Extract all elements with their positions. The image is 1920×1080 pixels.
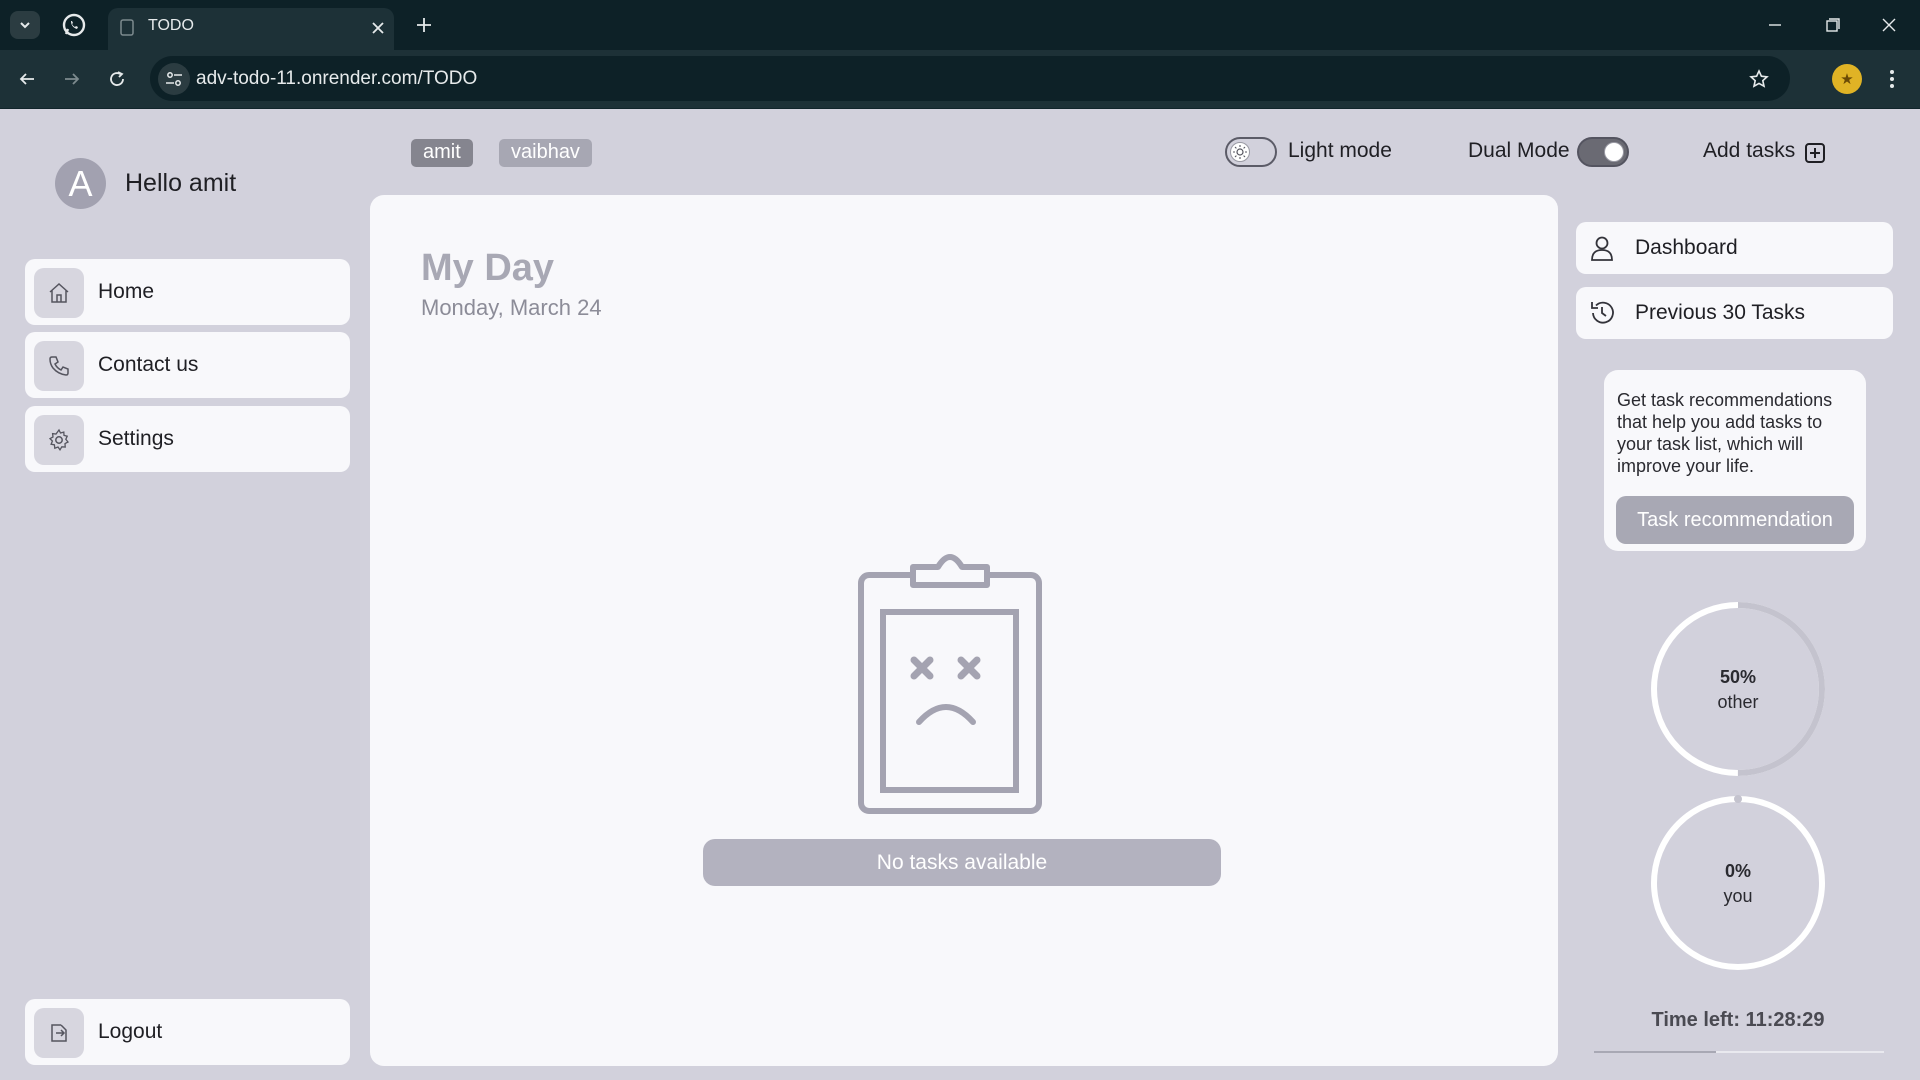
logout-label: Logout xyxy=(98,1020,163,1043)
progress-ring-other xyxy=(1651,602,1825,776)
tab-search-button[interactable] xyxy=(10,11,40,39)
bookmark-star-icon[interactable] xyxy=(1746,66,1772,92)
user-chip-vaibhav[interactable]: vaibhav xyxy=(499,139,592,167)
progress-ring-you xyxy=(1651,795,1825,970)
browser-toolbar: adv-todo-11.onrender.com/TODO ★ xyxy=(0,50,1920,109)
home-icon xyxy=(34,268,84,318)
sidebar-item-label: Home xyxy=(98,280,155,303)
page-date: Monday, March 24 xyxy=(421,295,602,320)
sun-icon xyxy=(1233,145,1247,159)
address-bar[interactable]: adv-todo-11.onrender.com/TODO xyxy=(150,56,1790,101)
sidebar-item-home[interactable]: Home xyxy=(25,259,350,325)
history-icon xyxy=(1591,301,1614,324)
browser-tab-bar: TODO xyxy=(0,0,1920,50)
add-task-icon[interactable] xyxy=(1804,142,1826,164)
progress-you-percent: 0% xyxy=(1724,861,1751,881)
user-avatar: A xyxy=(55,158,106,209)
minimize-icon[interactable] xyxy=(1762,12,1788,38)
user-chip-amit[interactable]: amit xyxy=(411,139,473,167)
whatsapp-icon[interactable] xyxy=(62,13,86,37)
dashboard-button[interactable]: Dashboard xyxy=(1576,222,1893,274)
recommendation-text: Get task recommendations that help you a… xyxy=(1617,390,1833,476)
time-left-text: Time left: 11:28:29 xyxy=(1651,1009,1825,1031)
logout-icon xyxy=(34,1008,84,1058)
light-mode-label: Light mode xyxy=(1288,139,1392,162)
no-tasks-banner: No tasks available xyxy=(703,839,1221,886)
page-title: My Day xyxy=(421,247,555,289)
sidebar-item-settings[interactable]: Settings xyxy=(25,406,350,472)
url-text: adv-todo-11.onrender.com/TODO xyxy=(196,68,478,89)
light-mode-toggle[interactable] xyxy=(1225,137,1277,167)
page-icon xyxy=(120,19,134,36)
dashboard-label: Dashboard xyxy=(1635,236,1738,259)
phone-icon xyxy=(34,341,84,391)
reload-icon[interactable] xyxy=(102,64,132,94)
sidebar-item-label: Contact us xyxy=(98,353,199,376)
previous-tasks-button[interactable]: Previous 30 Tasks xyxy=(1576,287,1893,339)
time-left-bar xyxy=(1594,1051,1884,1053)
tab-title: TODO xyxy=(148,17,194,34)
toggle-knob xyxy=(1604,142,1624,162)
progress-other-label: other xyxy=(1717,692,1759,712)
chevron-down-icon xyxy=(20,22,30,29)
forward-arrow-icon[interactable] xyxy=(57,64,87,94)
close-window-icon[interactable] xyxy=(1876,12,1902,38)
recommendation-card: Get task recommendations that help you a… xyxy=(1604,370,1866,551)
progress-other-percent: 50% xyxy=(1719,667,1757,687)
dual-mode-label: Dual Mode xyxy=(1468,139,1570,162)
task-recommendation-button[interactable]: Task recommendation xyxy=(1616,496,1854,544)
my-day-panel: My Day Monday, March 24 No tasks availab… xyxy=(370,195,1558,1066)
toggle-knob xyxy=(1230,142,1250,162)
back-arrow-icon[interactable] xyxy=(12,64,42,94)
new-tab-icon[interactable] xyxy=(412,13,436,37)
progress-you-label: you xyxy=(1723,886,1753,906)
sidebar-item-label: Settings xyxy=(98,427,174,450)
browser-tab-active[interactable]: TODO xyxy=(108,8,394,50)
gear-icon xyxy=(34,415,84,465)
sidebar-item-contact[interactable]: Contact us xyxy=(25,332,350,398)
dual-mode-toggle[interactable] xyxy=(1577,137,1629,167)
close-tab-icon[interactable] xyxy=(368,18,388,38)
logout-button[interactable]: Logout xyxy=(25,999,350,1065)
user-icon xyxy=(1591,236,1613,261)
add-tasks-label[interactable]: Add tasks xyxy=(1703,139,1795,163)
sad-clipboard-icon xyxy=(858,554,1042,814)
restore-icon[interactable] xyxy=(1820,12,1846,38)
greeting: Hello amit xyxy=(125,169,237,197)
site-info-icon[interactable] xyxy=(158,63,190,95)
previous-tasks-label: Previous 30 Tasks xyxy=(1635,301,1806,324)
todo-app: A Hello amit Home Contact us Settings Lo… xyxy=(0,109,1920,1080)
browser-menu-icon[interactable] xyxy=(1880,64,1904,94)
time-left-bar-fill xyxy=(1594,1051,1716,1053)
profile-avatar[interactable]: ★ xyxy=(1832,64,1862,94)
